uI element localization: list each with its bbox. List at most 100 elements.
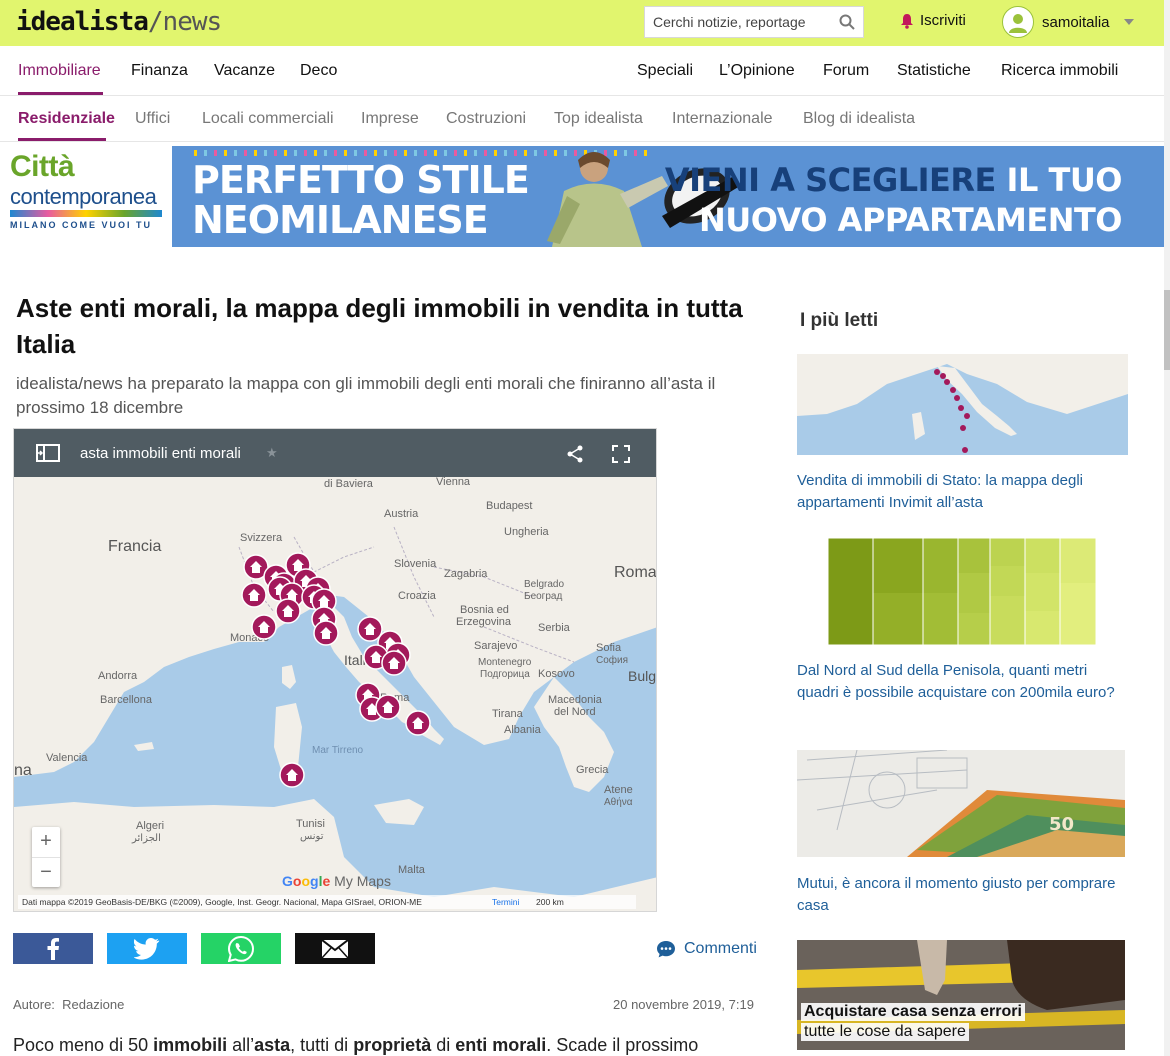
map-label-francia: Francia — [108, 538, 161, 555]
scrollbar[interactable] — [1164, 0, 1170, 1056]
map-label-mar-tirreno: Mar Tirreno — [312, 745, 364, 756]
zoom-out-button[interactable]: − — [32, 857, 60, 887]
nav-vacanze[interactable]: Vacanze — [214, 62, 275, 80]
map-label-barcellona: Barcellona — [100, 694, 153, 706]
google-mymaps-logo: Google My Maps — [282, 873, 391, 889]
ad-headline-right: VIENI A SCEGLIERE IL TUO NUOVO APPARTAMEN… — [664, 161, 1123, 239]
subscribe-button[interactable]: Iscriviti — [900, 12, 966, 29]
map-label-slovenia: Slovenia — [394, 558, 437, 570]
map-pin[interactable] — [375, 694, 401, 720]
comments-link[interactable]: Commenti — [656, 940, 757, 958]
nav-speciali[interactable]: Speciali — [637, 62, 693, 80]
most-read-link-3[interactable]: Mutui, è ancora il momento giusto per co… — [797, 873, 1127, 917]
search-box — [644, 6, 864, 38]
whatsapp-icon — [228, 935, 254, 962]
subnav-internazionale[interactable]: Internazionale — [672, 110, 773, 128]
share-icon[interactable] — [566, 445, 584, 463]
thumb-treemap — [828, 538, 1096, 645]
email-share-button[interactable] — [295, 933, 375, 964]
author-name[interactable]: Redazione — [62, 997, 124, 1012]
map-pin[interactable] — [279, 762, 305, 788]
sub-nav: Residenziale Uffici Locali commerciali I… — [0, 96, 1164, 142]
nav-forum[interactable]: Forum — [823, 62, 869, 80]
map-label-valencia: Valencia — [46, 752, 88, 764]
subnav-costruzioni[interactable]: Costruzioni — [446, 110, 526, 128]
map-pin[interactable] — [381, 650, 407, 676]
most-read-thumb-1[interactable] — [797, 354, 1128, 455]
ad-brand-line2: contemporanea — [10, 184, 157, 209]
most-read-thumb-2[interactable] — [828, 538, 1096, 645]
star-icon[interactable]: ★ — [266, 445, 278, 461]
map-canvas[interactable]: di Baviera Vienna Austria Budapest Franc… — [14, 477, 657, 912]
search-icon[interactable] — [839, 14, 855, 30]
map-label-bulg: Bulg — [628, 668, 656, 684]
most-read-link-1[interactable]: Vendita di immobili di Stato: la mappa d… — [797, 470, 1127, 514]
ad-banner[interactable]: Città contemporanea MILANO COME VUOI TU … — [0, 146, 1164, 247]
nav-finanza[interactable]: Finanza — [131, 62, 188, 80]
fullscreen-icon[interactable] — [612, 445, 630, 463]
map-label-roma-ro: Roma — [614, 564, 657, 581]
map-label-sarajevo: Sarajevo — [474, 640, 517, 652]
map-label-spagna: na — [14, 762, 32, 779]
map-label-podgorica: Подгорица — [480, 669, 530, 680]
search-input[interactable] — [645, 7, 825, 37]
nav-ricerca-immobili[interactable]: Ricerca immobili — [1001, 62, 1118, 80]
main-nav: Immobiliare Finanza Vacanze Deco Special… — [0, 46, 1164, 96]
avatar — [1002, 6, 1034, 38]
map-header: asta immobili enti morali ★ — [14, 429, 656, 477]
thumb-banknotes: 50 — [797, 750, 1125, 857]
map-pin[interactable] — [405, 710, 431, 736]
nav-opinione[interactable]: L’Opinione — [719, 62, 795, 80]
most-read-thumb-3[interactable]: 50 — [797, 750, 1125, 857]
facebook-share-button[interactable] — [13, 933, 93, 964]
map-label-tirana: Tirana — [492, 708, 524, 720]
whatsapp-share-button[interactable] — [201, 933, 281, 964]
scrollbar-thumb[interactable] — [1164, 290, 1170, 370]
bell-icon — [901, 13, 913, 29]
map-label-atene-gr: Αθήνα — [604, 796, 633, 808]
map-label-sofia-cyr: София — [596, 654, 628, 666]
map-label-ungheria: Ungheria — [504, 526, 550, 538]
twitter-share-button[interactable] — [107, 933, 187, 964]
map-terms-link[interactable]: Termini — [492, 895, 519, 909]
map-pin[interactable] — [241, 582, 267, 608]
map-label-erzegovina: Erzegovina — [456, 616, 512, 628]
nav-statistiche[interactable]: Statistiche — [897, 62, 971, 80]
most-read-link-2[interactable]: Dal Nord al Sud della Penisola, quanti m… — [797, 660, 1127, 704]
chevron-down-icon — [1123, 19, 1134, 25]
subnav-uffici[interactable]: Uffici — [135, 110, 170, 128]
map-pin[interactable] — [251, 614, 277, 640]
article-body-first-line: Poco meno di 50 immobili all’asta, tutti… — [13, 1035, 699, 1055]
most-read-title: I più letti — [800, 310, 879, 331]
map-label-beograd: Београд — [524, 591, 562, 602]
zoom-in-button[interactable]: + — [32, 827, 60, 857]
map-label-tunisi: Tunisi — [296, 818, 325, 830]
most-read-caption-4[interactable]: Acquistare casa senza errori tutte le co… — [801, 1003, 1033, 1047]
subnav-imprese[interactable]: Imprese — [361, 110, 419, 128]
user-icon — [1009, 14, 1027, 33]
subnav-top-idealista[interactable]: Top idealista — [554, 110, 643, 128]
embedded-map[interactable]: asta immobili enti morali ★ di Baviera V… — [13, 428, 657, 912]
site-logo[interactable]: idealista/news — [16, 7, 222, 37]
subnav-residenziale[interactable]: Residenziale — [18, 110, 115, 128]
map-pin[interactable] — [313, 620, 339, 646]
ad-visual-panel: PERFETTO STILE NEOMILANESE VIENI A SCEGLI… — [172, 146, 1164, 247]
active-subnav-indicator — [18, 138, 106, 141]
map-legend-icon[interactable] — [36, 444, 60, 462]
map-label-macedonia: Macedonia — [548, 694, 603, 706]
ad-headline-left: PERFETTO STILE NEOMILANESE — [192, 158, 530, 242]
subnav-blog[interactable]: Blog di idealista — [803, 110, 915, 128]
map-label-baviera: di Baviera — [324, 478, 374, 490]
nav-immobiliare[interactable]: Immobiliare — [18, 62, 101, 80]
map-pin[interactable] — [357, 616, 383, 642]
facebook-icon — [47, 937, 59, 960]
subnav-locali-commerciali[interactable]: Locali commerciali — [202, 110, 334, 128]
map-pin[interactable] — [275, 598, 301, 624]
map-label-croazia: Croazia — [398, 590, 437, 602]
article-title: Aste enti morali, la mappa degli immobil… — [16, 293, 743, 359]
user-menu[interactable]: samoitalia — [1002, 6, 1134, 38]
share-bar — [13, 933, 375, 964]
map-label-kosovo: Kosovo — [538, 668, 575, 680]
nav-deco[interactable]: Deco — [300, 62, 337, 80]
caption-4-line1: Acquistare casa senza errori — [801, 1003, 1025, 1021]
